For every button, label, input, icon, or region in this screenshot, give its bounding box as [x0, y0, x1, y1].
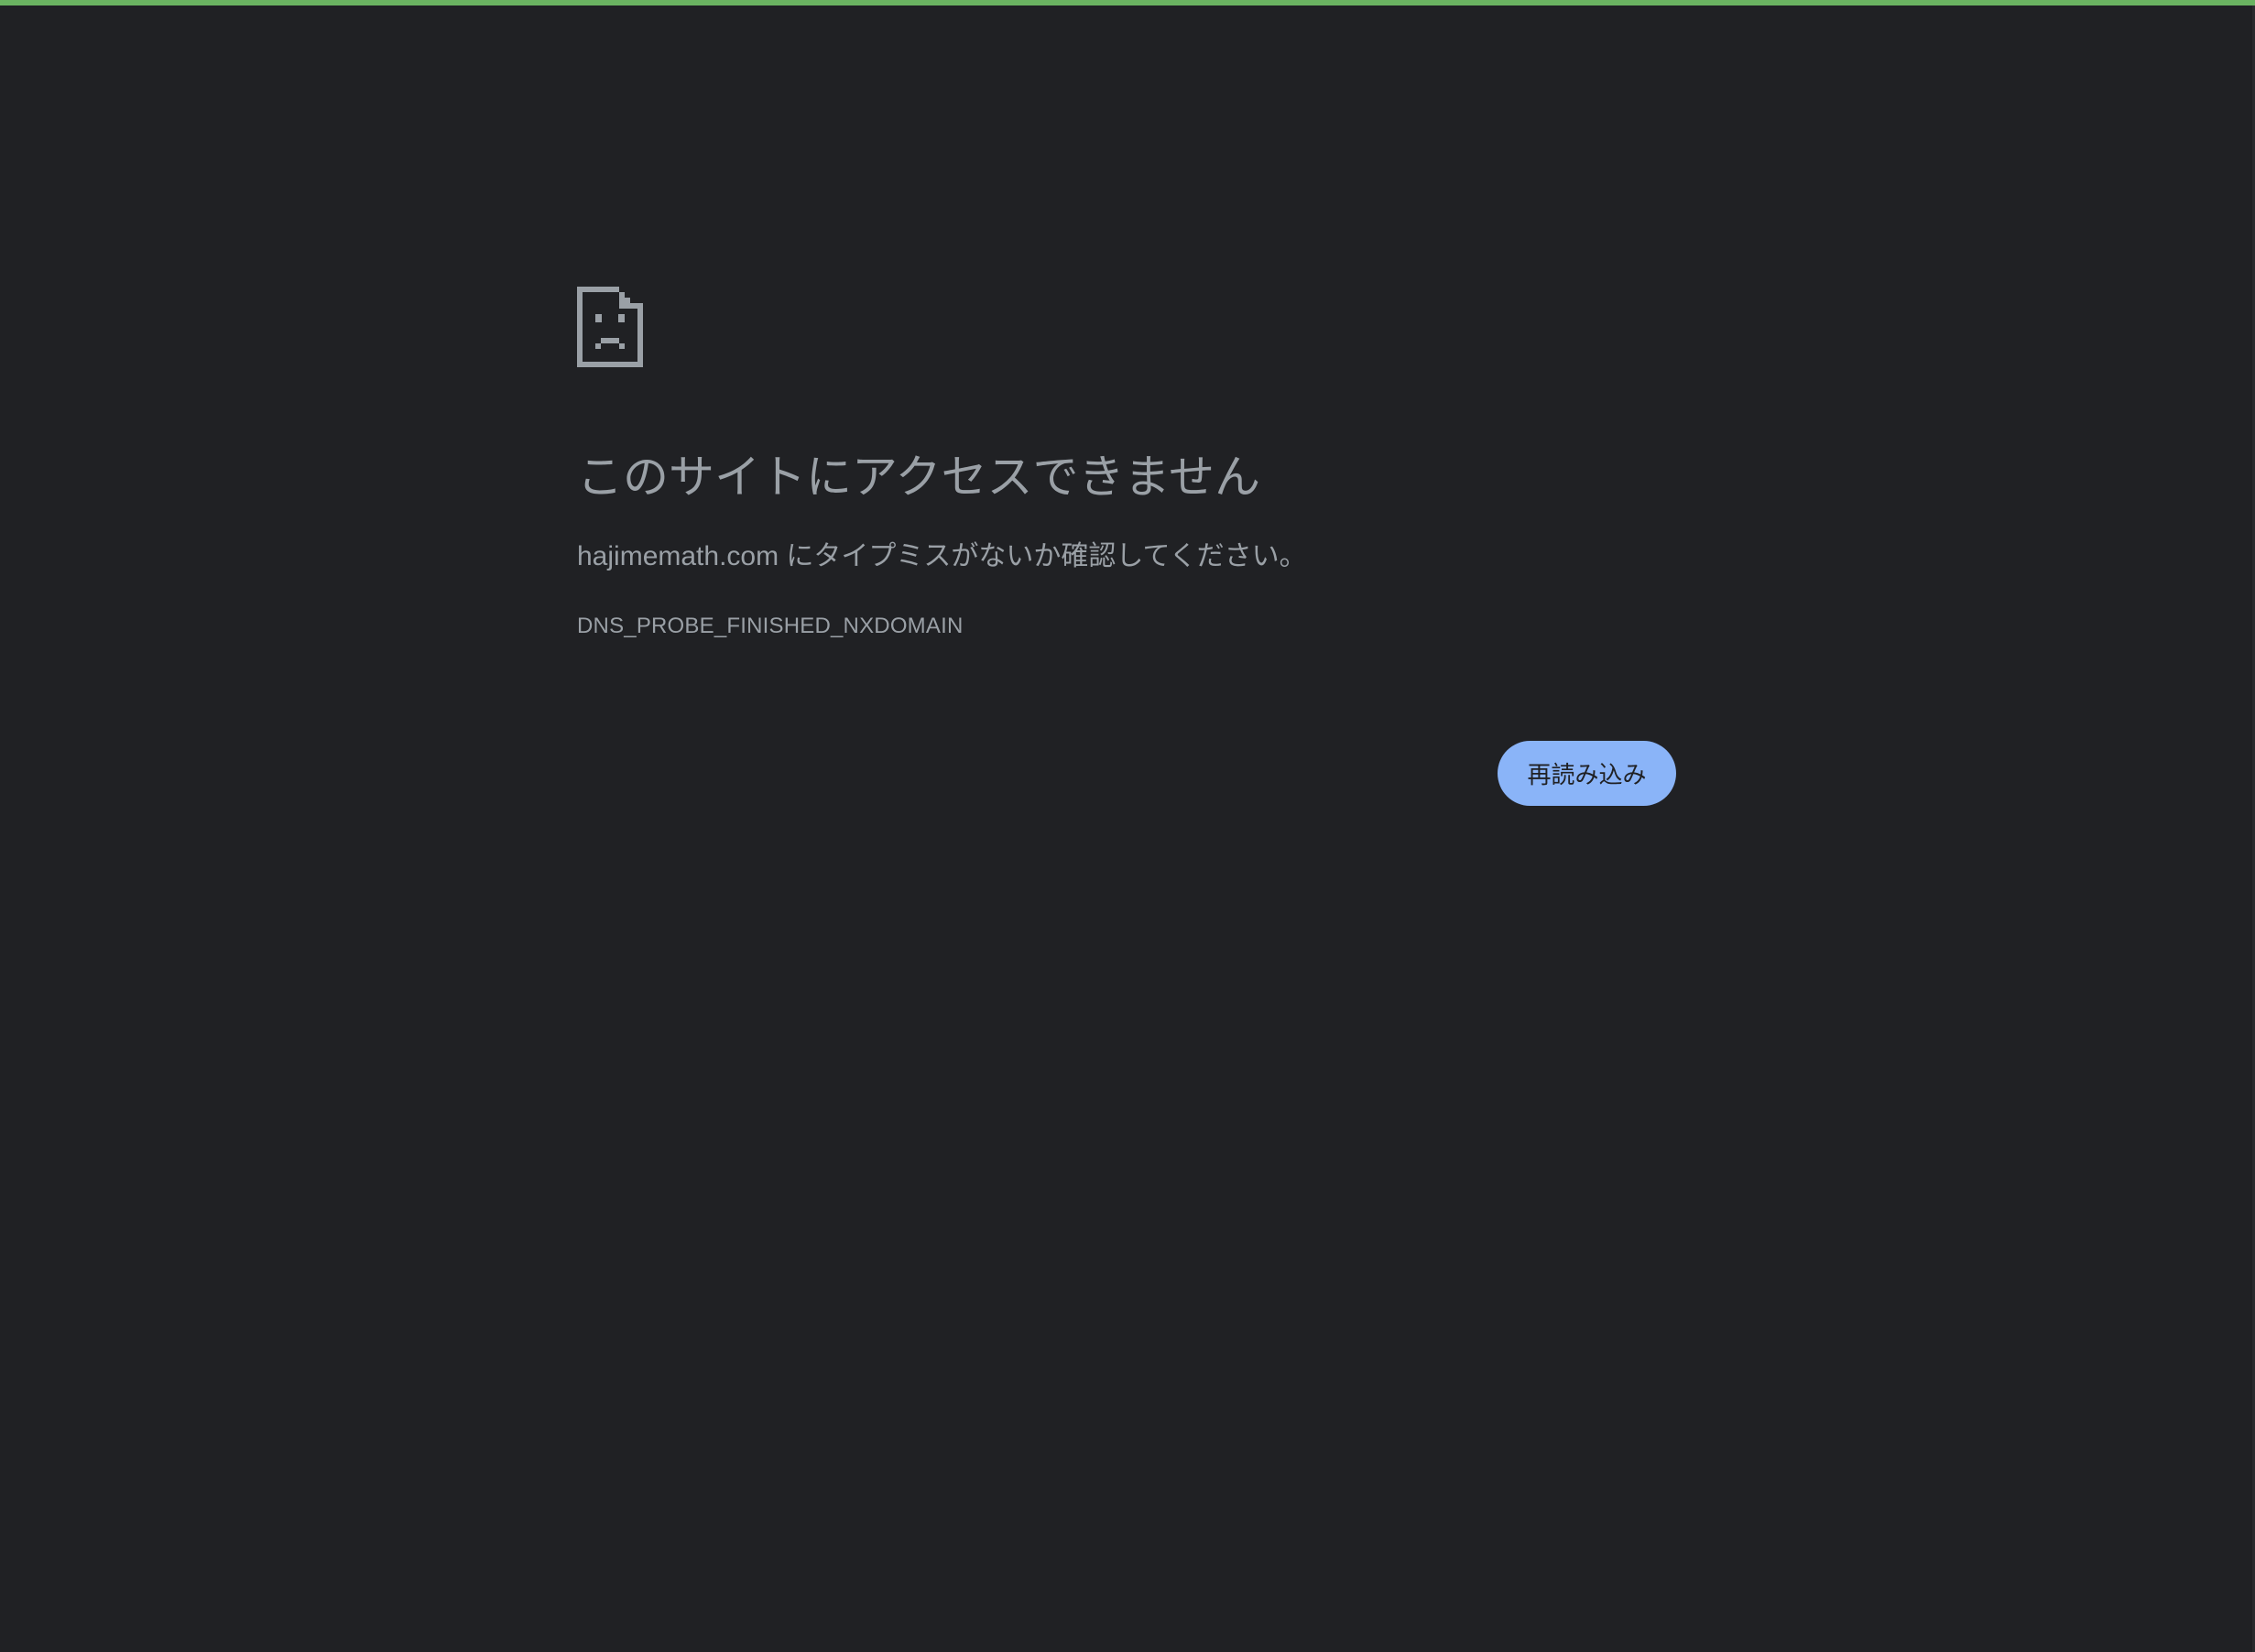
error-content: このサイトにアクセスできません hajimemath.com にタイプミスがない… — [577, 287, 1676, 638]
reload-button[interactable]: 再読み込み — [1498, 741, 1676, 806]
sad-page-icon — [577, 287, 1676, 367]
error-message: hajimemath.com にタイプミスがないか確認してください。 — [577, 541, 1307, 571]
loading-progress-bar — [0, 0, 2255, 5]
error-code: DNS_PROBE_FINISHED_NXDOMAIN — [577, 614, 964, 638]
page-title: このサイトにアクセスできません — [577, 451, 1260, 503]
